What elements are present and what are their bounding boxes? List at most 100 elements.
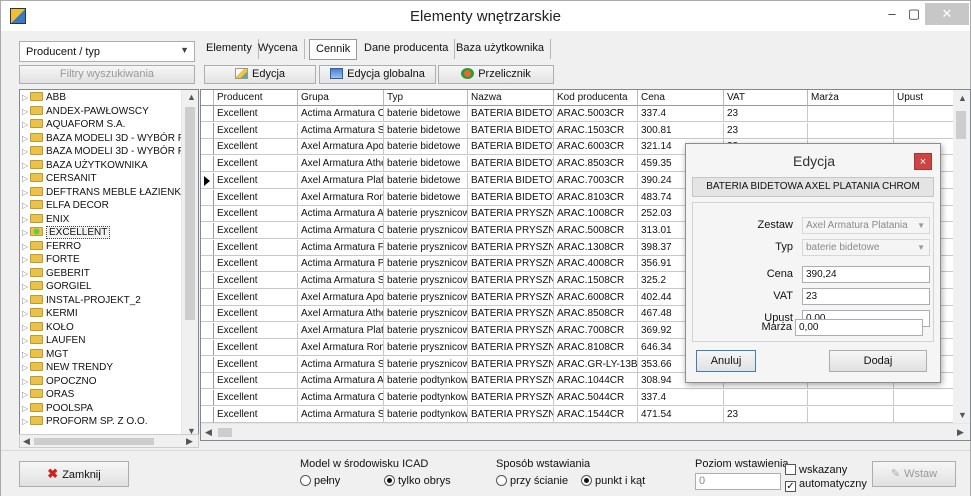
marza-input[interactable]: 0,00	[795, 319, 923, 336]
tree-item[interactable]: ▷ NEW TRENDY	[22, 362, 113, 374]
table-cell[interactable]	[808, 389, 894, 406]
table-cell[interactable]	[808, 122, 894, 139]
expand-icon[interactable]: ▷	[22, 376, 30, 388]
table-cell[interactable]: BATERIA PRYSZN	[468, 339, 554, 356]
expand-icon[interactable]: ▷	[22, 335, 30, 347]
table-cell[interactable]: baterie prysznicowe	[384, 323, 468, 340]
table-cell[interactable]: BATERIA PRYSZN	[468, 273, 554, 289]
table-cell[interactable]: baterie bidetowe	[384, 139, 468, 156]
table-cell[interactable]: baterie bidetowe	[384, 189, 468, 206]
table-cell[interactable]: BATERIA BIDETOW	[468, 189, 554, 206]
scroll-right-icon[interactable]: ▶	[957, 427, 964, 438]
table-cell[interactable]: baterie bidetowe	[384, 156, 468, 173]
table-cell[interactable]: Actima Armatura Ac	[298, 373, 384, 390]
expand-icon[interactable]: ▷	[22, 106, 30, 118]
table-cell[interactable]: ARAC.5044CR	[554, 389, 638, 406]
table-cell[interactable]: baterie bidetowe	[384, 106, 468, 122]
expand-icon[interactable]: ▷	[22, 227, 30, 239]
tab-elementy[interactable]: Elementy	[200, 39, 259, 59]
table-cell[interactable]: Axel Armatura Apor	[298, 289, 384, 306]
column-header[interactable]: Producent	[214, 90, 298, 106]
table-cell[interactable]: Actima Armatura Ca	[298, 389, 384, 406]
table-cell[interactable]: 23	[724, 406, 808, 423]
table-cell[interactable]: Axel Armatura Plata	[298, 323, 384, 340]
table-cell[interactable]: Axel Armatura Rom	[298, 189, 384, 206]
maximize-button[interactable]: ▢	[900, 3, 928, 25]
scroll-right-icon[interactable]: ▶	[186, 436, 193, 447]
table-cell[interactable]: BATERIA BIDETOW	[468, 139, 554, 156]
scroll-up-icon[interactable]: ▲	[958, 93, 967, 103]
table-cell[interactable]: Axel Armatura Apor	[298, 139, 384, 156]
table-cell[interactable]: BATERIA PRYSZN	[468, 289, 554, 306]
producer-tree[interactable]: ▷ ABB ▷ ANDEX-PAWŁOWSCY ▷ AQUAFORM S.A. ▷ BAZA …	[19, 89, 199, 440]
row-header[interactable]	[201, 289, 214, 306]
table-cell[interactable]: BATERIA BIDETOW	[468, 156, 554, 173]
table-cell[interactable]: BATERIA PRYSZN	[468, 306, 554, 323]
expand-icon[interactable]: ▷	[22, 160, 30, 172]
typ-select[interactable]: baterie bidetowe ▼	[802, 239, 930, 256]
row-header[interactable]	[201, 106, 214, 122]
table-cell[interactable]: Excellent	[214, 356, 298, 373]
table-cell[interactable]: Excellent	[214, 323, 298, 340]
table-cell[interactable]: baterie bidetowe	[384, 172, 468, 189]
table-cell[interactable]: baterie podtynkowe	[384, 389, 468, 406]
row-header[interactable]	[201, 306, 214, 323]
expand-icon[interactable]: ▷	[22, 389, 30, 401]
table-cell[interactable]: baterie prysznicowe	[384, 306, 468, 323]
row-header[interactable]	[201, 122, 214, 139]
table-cell[interactable]: ARAC.6003CR	[554, 139, 638, 156]
tree-item[interactable]: ▷ AQUAFORM S.A.	[22, 119, 125, 131]
grid-hscroll-thumb[interactable]	[218, 428, 232, 437]
table-cell[interactable]: Excellent	[214, 156, 298, 173]
table-cell[interactable]: BATERIA PRYSZN	[468, 389, 554, 406]
table-cell[interactable]: Actima Armatura Ca	[298, 222, 384, 239]
grid-vertical-scrollbar[interactable]: ▲ ▼	[953, 90, 970, 424]
table-cell[interactable]: BATERIA BIDETOW	[468, 122, 554, 139]
tree-hscroll-thumb[interactable]	[34, 438, 154, 445]
table-cell[interactable]: baterie podtynkowe	[384, 373, 468, 390]
expand-icon[interactable]: ▷	[22, 214, 30, 226]
table-cell[interactable]	[724, 389, 808, 406]
tree-item[interactable]: ▷ EXCELLENT	[22, 226, 111, 239]
expand-icon[interactable]: ▷	[22, 308, 30, 320]
tree-item[interactable]: ▷ OPOCZNO	[22, 375, 97, 388]
table-cell[interactable]: ARAC.1503CR	[554, 122, 638, 139]
row-header[interactable]	[201, 139, 214, 156]
row-header[interactable]	[201, 206, 214, 223]
table-cell[interactable]: baterie podtynkowe	[384, 406, 468, 423]
table-cell[interactable]: Actima Armatura Pri	[298, 256, 384, 273]
table-cell[interactable]: ARAC.1044CR	[554, 373, 638, 390]
column-header[interactable]: Grupa	[298, 90, 384, 106]
table-cell[interactable]: Actima Armatura Sq	[298, 122, 384, 139]
expand-icon[interactable]: ▷	[22, 173, 30, 185]
table-cell[interactable]: BATERIA PRYSZN	[468, 323, 554, 340]
table-cell[interactable]: baterie prysznicowe	[384, 339, 468, 356]
table-cell[interactable]	[808, 106, 894, 122]
table-cell[interactable]: Excellent	[214, 206, 298, 223]
table-cell[interactable]: ARAC.GR-LY-13B	[554, 356, 638, 373]
table-cell[interactable]: Actima Armatura Sq	[298, 406, 384, 423]
tree-item[interactable]: ▷ DEFTRANS MEBLE ŁAZIENK	[22, 186, 181, 199]
row-header[interactable]	[201, 239, 214, 256]
tree-item[interactable]: ▷ KOŁO	[22, 321, 74, 334]
cancel-button[interactable]: Anuluj	[696, 350, 756, 372]
table-cell[interactable]: Actima Armatura Ca	[298, 106, 384, 122]
table-cell[interactable]: Actima Armatura Sq	[298, 273, 384, 289]
tree-scroll-thumb[interactable]	[185, 107, 195, 320]
tree-item[interactable]: ▷ LAUFEN	[22, 335, 85, 347]
table-cell[interactable]: baterie prysznicowe	[384, 256, 468, 273]
table-cell[interactable]: Excellent	[214, 172, 298, 189]
table-cell[interactable]: Excellent	[214, 306, 298, 323]
table-cell[interactable]: baterie prysznicowe	[384, 206, 468, 223]
row-header[interactable]	[201, 406, 214, 423]
table-cell[interactable]: 300.81	[638, 122, 724, 139]
dialog-close-button[interactable]: ×	[914, 153, 932, 170]
table-cell[interactable]: Excellent	[214, 406, 298, 423]
expand-icon[interactable]: ▷	[22, 133, 30, 145]
expand-icon[interactable]: ▷	[22, 281, 30, 293]
row-header[interactable]	[201, 172, 214, 189]
expand-icon[interactable]: ▷	[22, 241, 30, 253]
tree-item[interactable]: ▷ INSTAL-PROJEKT_2	[22, 294, 141, 307]
insert-wall-radio[interactable]: przy ścianie	[496, 475, 568, 487]
table-cell[interactable]: 337.4	[638, 106, 724, 122]
